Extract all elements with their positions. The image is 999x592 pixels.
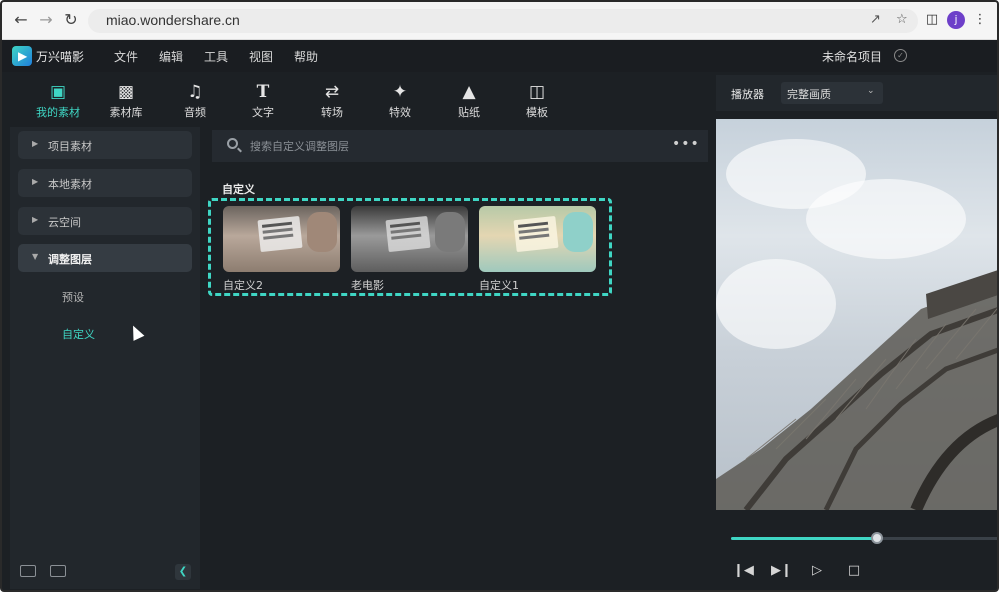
transition-icon: ⇄ bbox=[324, 82, 340, 102]
sidebar-item-project-media[interactable]: ▶ 项目素材 bbox=[18, 131, 192, 159]
media-folder-icon: ▣ bbox=[49, 82, 67, 102]
stop-icon[interactable]: □ bbox=[846, 563, 862, 579]
collapse-sidebar-icon[interactable]: ❮ bbox=[175, 564, 191, 580]
main-content bbox=[207, 127, 710, 589]
tab-effects[interactable]: ✦ 特效 bbox=[370, 82, 430, 124]
project-name[interactable]: 未命名项目 bbox=[822, 48, 882, 65]
folder-icon[interactable] bbox=[50, 565, 66, 577]
profile-avatar[interactable]: j bbox=[947, 11, 965, 29]
menu-edit[interactable]: 编辑 bbox=[159, 48, 183, 65]
video-preview bbox=[716, 119, 997, 510]
player-title: 播放器 bbox=[731, 88, 764, 101]
caret-down-icon: ▼ bbox=[32, 252, 39, 261]
media-toolbar: ▣ 我的素材 ▩ 素材库 ♫ 音频 T 文字 ⇄ 转场 ✦ 特效 ▲ 贴纸 ◫ bbox=[2, 72, 710, 134]
thumbnail-old-film[interactable] bbox=[351, 206, 468, 272]
app-header: ▶ 万兴喵影 文件 编辑 工具 视图 帮助 未命名项目 ✓ bbox=[2, 40, 997, 72]
saved-check-icon: ✓ bbox=[894, 49, 907, 62]
sidebar-item-adjustment-layers[interactable]: ▼ 调整图层 bbox=[18, 244, 192, 272]
sidebar-item-local-media[interactable]: ▶ 本地素材 bbox=[18, 169, 192, 197]
previous-frame-icon[interactable]: ❙◀ bbox=[733, 563, 754, 579]
text-t-icon: T bbox=[256, 82, 270, 102]
sidebar-item-cloud[interactable]: ▶ 云空间 bbox=[18, 207, 192, 235]
tab-audio[interactable]: ♫ 音频 bbox=[165, 82, 225, 124]
search-icon bbox=[227, 138, 238, 149]
address-bar[interactable]: miao.wondershare.cn ↗ ☆ bbox=[88, 9, 918, 33]
template-icon: ◫ bbox=[528, 82, 546, 102]
quality-dropdown[interactable]: 完整画质 ⌄ bbox=[781, 82, 883, 104]
sidebar-subitem-custom[interactable]: 自定义 bbox=[62, 326, 95, 342]
search-bar bbox=[212, 130, 708, 162]
url-text[interactable]: miao.wondershare.cn bbox=[106, 12, 240, 28]
sidebar-panel-icon[interactable]: ◫ bbox=[924, 12, 940, 28]
tab-stock-library[interactable]: ▩ 素材库 bbox=[96, 82, 156, 124]
forward-arrow-icon[interactable]: → bbox=[37, 11, 55, 29]
thumbnail-label: 自定义1 bbox=[479, 279, 519, 292]
stock-library-icon: ▩ bbox=[117, 82, 135, 102]
search-input[interactable] bbox=[250, 136, 650, 156]
play-icon[interactable]: ▷ bbox=[809, 563, 825, 579]
sticker-icon: ▲ bbox=[462, 82, 476, 102]
menu-help[interactable]: 帮助 bbox=[294, 48, 318, 65]
app-name: 万兴喵影 bbox=[36, 50, 85, 64]
playback-progress-fill bbox=[731, 537, 877, 540]
effects-star-icon: ✦ bbox=[392, 82, 408, 102]
tab-stickers[interactable]: ▲ 贴纸 bbox=[439, 82, 499, 124]
menu-view[interactable]: 视图 bbox=[249, 48, 273, 65]
more-options-icon[interactable]: ••• bbox=[672, 136, 700, 152]
tab-templates[interactable]: ◫ 模板 bbox=[507, 82, 567, 124]
menu-tools[interactable]: 工具 bbox=[204, 48, 228, 65]
app-logo-icon: ▶ bbox=[12, 46, 32, 66]
thumbnail-custom-1[interactable] bbox=[479, 206, 596, 272]
section-title: 自定义 bbox=[222, 183, 255, 196]
tab-text[interactable]: T 文字 bbox=[233, 82, 293, 124]
reload-icon[interactable]: ↻ bbox=[62, 11, 80, 29]
chevron-down-icon: ⌄ bbox=[867, 86, 875, 96]
caret-right-icon: ▶ bbox=[32, 177, 39, 186]
tab-transition[interactable]: ⇄ 转场 bbox=[302, 82, 362, 124]
back-arrow-icon[interactable]: ← bbox=[12, 11, 30, 29]
next-frame-icon[interactable]: ▶❙ bbox=[771, 563, 792, 579]
eiffel-tower-image bbox=[716, 270, 997, 510]
playback-scrubber-handle[interactable] bbox=[871, 532, 883, 544]
browser-toolbar: ← → ↻ miao.wondershare.cn ↗ ☆ ◫ j ⋮ bbox=[2, 2, 997, 40]
menu-file[interactable]: 文件 bbox=[114, 48, 138, 65]
share-icon[interactable]: ↗ bbox=[870, 12, 881, 27]
caret-right-icon: ▶ bbox=[32, 139, 39, 148]
caret-right-icon: ▶ bbox=[32, 215, 39, 224]
music-note-icon: ♫ bbox=[187, 82, 203, 102]
thumbnail-custom-2[interactable] bbox=[223, 206, 340, 272]
thumbnail-label: 老电影 bbox=[351, 279, 384, 292]
bookmark-star-icon[interactable]: ☆ bbox=[896, 12, 908, 27]
more-vertical-icon[interactable]: ⋮ bbox=[972, 12, 988, 28]
thumbnail-label: 自定义2 bbox=[223, 279, 263, 292]
new-folder-icon[interactable] bbox=[20, 565, 36, 577]
app-window: ← → ↻ miao.wondershare.cn ↗ ☆ ◫ j ⋮ ▶ 万兴… bbox=[0, 0, 999, 592]
sidebar-subitem-presets[interactable]: 预设 bbox=[62, 289, 84, 305]
media-sidebar: ▶ 项目素材 ▶ 本地素材 ▶ 云空间 ▼ 调整图层 bbox=[10, 127, 200, 589]
